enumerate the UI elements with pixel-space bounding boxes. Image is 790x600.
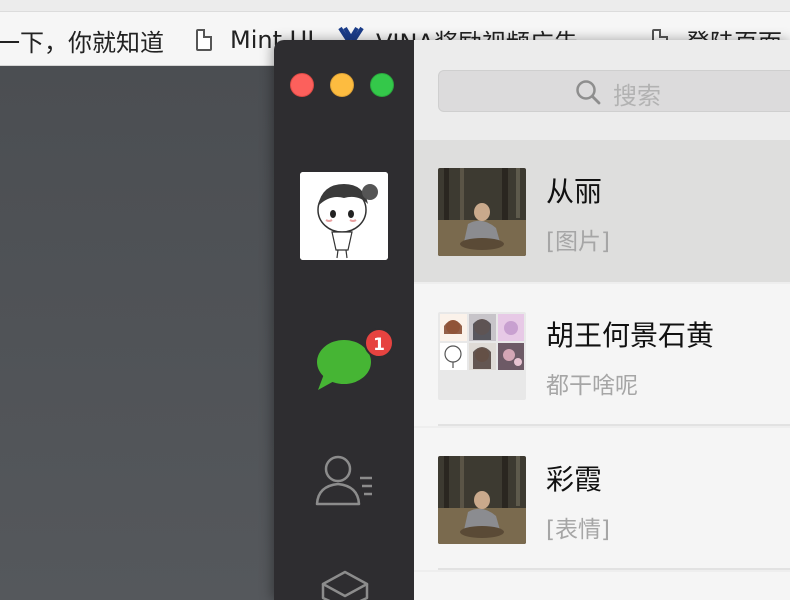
message-preview: 都干啥呢 <box>546 373 638 399</box>
contacts-icon <box>315 455 372 506</box>
message-preview: [图片] <box>546 229 610 255</box>
window-minimize-button[interactable] <box>330 73 354 97</box>
search-input[interactable]: 搜索 <box>438 70 790 112</box>
conversation-item-partial[interactable] <box>414 572 790 600</box>
nav-chats-button[interactable]: 1 <box>314 328 398 398</box>
conversation-item[interactable]: 从丽 [图片] <box>414 140 790 282</box>
contact-name: 从丽 <box>546 175 603 208</box>
desktop-background <box>0 66 274 600</box>
window-maximize-button[interactable] <box>370 73 394 97</box>
contact-name: 胡王何景石黄 <box>546 319 715 352</box>
search-placeholder: 搜索 <box>613 82 661 110</box>
nav-favorites-button[interactable] <box>319 568 371 600</box>
conversation-item[interactable]: 彩霞 [表情] <box>414 428 790 570</box>
bookmark-label: 一下，你就知道 <box>0 28 164 57</box>
contact-avatar <box>438 168 526 256</box>
contact-avatar <box>438 456 526 544</box>
page-icon <box>196 29 212 51</box>
tab-strip-edge <box>0 0 790 12</box>
my-avatar[interactable] <box>300 172 388 260</box>
wechat-sidebar: 1 <box>274 40 414 600</box>
search-icon <box>576 80 601 105</box>
favorites-box-icon <box>321 570 369 600</box>
window-close-button[interactable] <box>290 73 314 97</box>
unread-badge: 1 <box>364 328 394 358</box>
nav-contacts-button[interactable] <box>314 452 376 508</box>
wechat-window: 1 搜索 从丽 [图片] 胡王何景石黄 都干啥呢 彩霞 [表情] <box>274 40 790 600</box>
bookmark-baidu[interactable]: 一下，你就知道 <box>0 22 164 58</box>
group-avatar <box>438 312 526 400</box>
conversation-list-panel: 搜索 从丽 [图片] 胡王何景石黄 都干啥呢 彩霞 [表情] <box>414 40 790 600</box>
conversation-item[interactable]: 胡王何景石黄 都干啥呢 <box>414 284 790 426</box>
list-divider <box>438 568 790 570</box>
contact-name: 彩霞 <box>546 463 603 496</box>
list-divider <box>438 424 790 426</box>
message-preview: [表情] <box>546 517 610 543</box>
search-area: 搜索 <box>414 40 790 140</box>
